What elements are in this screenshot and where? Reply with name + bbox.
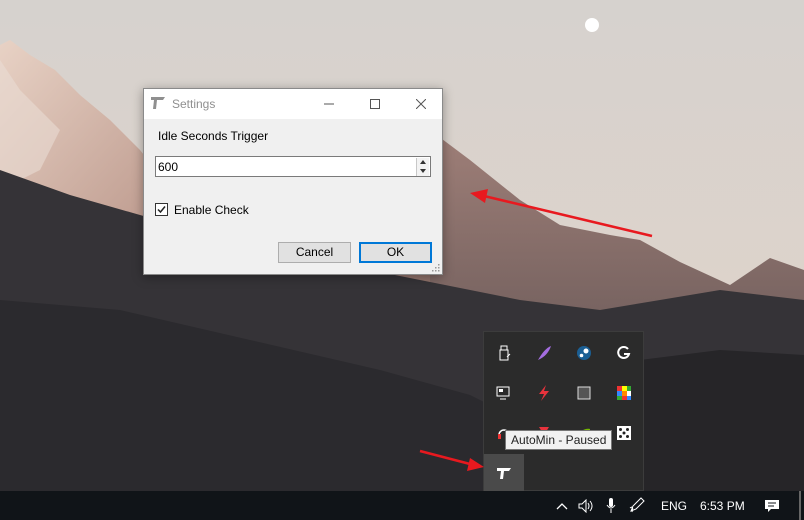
chevron-up-icon [556, 503, 568, 510]
show-desktop-button[interactable] [799, 491, 801, 520]
speaker-icon [578, 499, 593, 513]
idle-seconds-label: Idle Seconds Trigger [158, 129, 269, 143]
tray-item-usb[interactable] [484, 334, 524, 372]
close-icon [416, 99, 426, 109]
idle-seconds-input[interactable]: 600 [155, 156, 431, 177]
enable-check-label[interactable]: Enable Check [174, 203, 249, 217]
enable-check-checkbox[interactable] [155, 203, 168, 216]
spin-down-button[interactable] [416, 167, 429, 176]
automin-tray-icon [497, 468, 511, 479]
pen-workspace-button[interactable] [626, 491, 648, 520]
ok-button[interactable]: OK [359, 242, 432, 263]
tray-tooltip: AutoMin - Paused [505, 430, 613, 450]
action-center-button[interactable] [760, 491, 784, 520]
settings-dialog: Settings Idle Seconds Trigger 600 Enable… [143, 88, 443, 275]
square-app-icon [577, 386, 591, 400]
taskbar: ENG 6:53 PM [0, 491, 804, 520]
spin-up-button[interactable] [416, 158, 429, 167]
tray-item-steam[interactable] [564, 334, 604, 372]
minimize-button[interactable] [306, 89, 352, 119]
tray-item-automin[interactable] [484, 454, 524, 492]
clock-time[interactable]: 6:53 PM [700, 499, 745, 513]
tray-item-lightning[interactable] [524, 374, 564, 412]
tray-item-square[interactable] [564, 374, 604, 412]
idle-seconds-value[interactable]: 600 [158, 160, 178, 174]
notification-icon [765, 500, 779, 512]
window-title: Settings [172, 97, 216, 111]
cancel-button[interactable]: Cancel [278, 242, 351, 263]
tray-item-feather[interactable] [524, 334, 564, 372]
title-bar[interactable]: Settings [144, 89, 442, 119]
maximize-icon [370, 99, 380, 109]
logitech-g-icon [617, 346, 631, 359]
tray-item-rubiks[interactable] [604, 374, 644, 412]
checkmark-icon [157, 206, 166, 214]
chevron-up-icon [420, 160, 426, 164]
rubiks-cube-icon [617, 386, 631, 400]
show-hidden-icons-button[interactable] [552, 491, 572, 520]
remote-display-icon [496, 386, 510, 400]
tray-item-logitech[interactable] [604, 334, 644, 372]
microphone-icon [606, 498, 616, 513]
close-button[interactable] [398, 89, 444, 119]
steam-icon [577, 346, 591, 360]
usb-drive-icon [499, 345, 511, 361]
chevron-down-icon [420, 169, 426, 173]
microphone-button[interactable] [602, 491, 620, 520]
volume-button[interactable] [576, 491, 598, 520]
tray-item-remote-display[interactable] [484, 374, 524, 412]
automin-funnel-icon [151, 97, 165, 109]
input-language-indicator[interactable]: ENG [661, 499, 687, 513]
feather-icon [538, 346, 551, 360]
minimize-icon [324, 103, 334, 105]
tray-overflow-flyout [483, 331, 644, 492]
lightning-icon [539, 385, 549, 401]
resize-grip-icon[interactable] [432, 264, 440, 272]
dice-icon [617, 426, 631, 440]
pen-icon [629, 497, 645, 513]
maximize-button[interactable] [352, 89, 398, 119]
